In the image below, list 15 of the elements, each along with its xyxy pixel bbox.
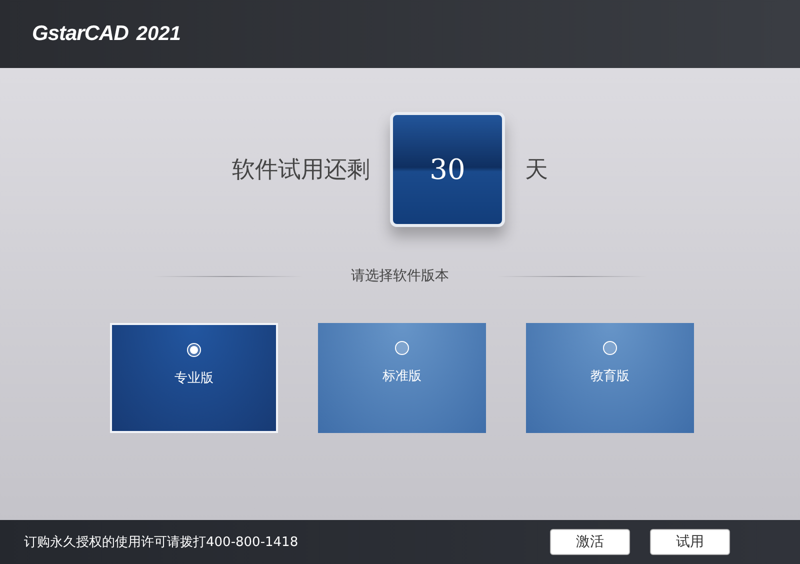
radio-icon [187, 343, 201, 357]
logo: GstarCAD [32, 22, 128, 46]
days-counter: 30 [390, 112, 505, 227]
footer-button[interactable]: 激活 [550, 529, 630, 555]
radio-icon [603, 341, 617, 355]
edition-option[interactable]: 标准版 [318, 323, 486, 433]
footer-button[interactable]: 试用 [650, 529, 730, 555]
edition-option[interactable]: 教育版 [526, 323, 694, 433]
purchase-notice: 订购永久授权的使用许可请拨打400-800-1418 [24, 534, 300, 551]
section-title: 请选择软件版本 [351, 267, 449, 285]
version-label: 2021 [136, 22, 181, 46]
days-unit: 天 [525, 156, 548, 185]
radio-icon [395, 341, 409, 355]
edition-option[interactable]: 专业版 [110, 323, 278, 433]
trial-label: 软件试用还剩 [232, 156, 370, 185]
